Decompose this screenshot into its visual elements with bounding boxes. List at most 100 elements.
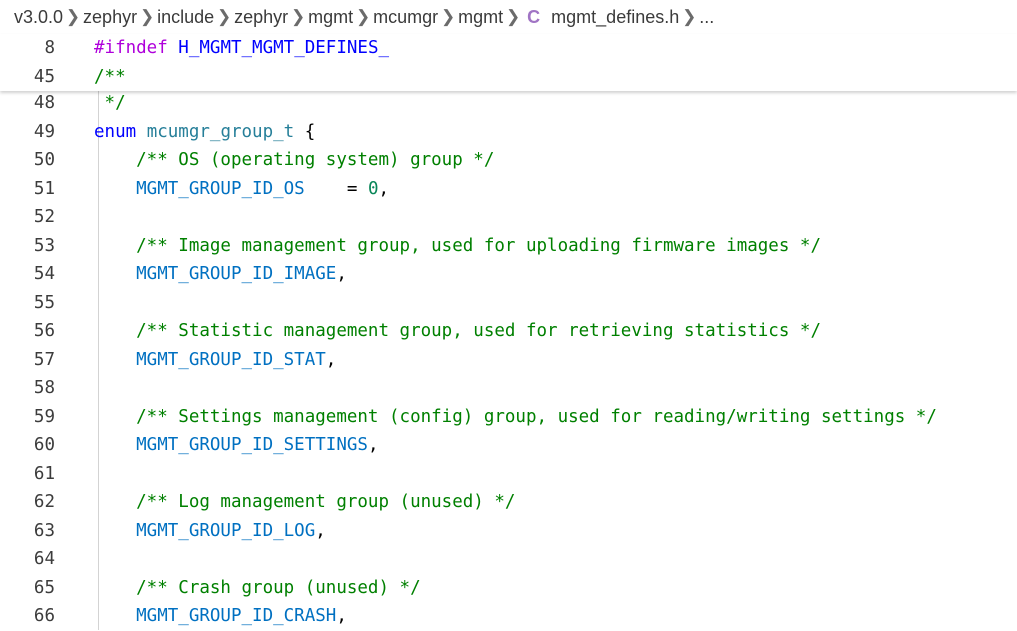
code-line[interactable]: 59 /** Settings management (config) grou…: [0, 403, 1017, 432]
chevron-right-icon: ❯: [217, 7, 232, 26]
breadcrumb-item[interactable]: mcumgr: [372, 7, 439, 28]
line-number: 65: [33, 577, 55, 598]
line-number: 64: [33, 549, 55, 569]
code-line[interactable]: 49 enum mcumgr_group_t {: [0, 118, 1017, 147]
code-line[interactable]: 62 /** Log management group (unused) */: [0, 488, 1017, 517]
line-number: 52: [33, 207, 55, 227]
line-number: 53: [33, 235, 55, 256]
code-text: /** Settings management (config) group, …: [94, 403, 937, 432]
breadcrumb-item[interactable]: include: [156, 7, 215, 28]
sticky-scroll-header[interactable]: 8 #ifndef H_MGMT_MGMT_DEFINES_ 45 /**: [0, 34, 1017, 91]
chevron-right-icon: ❯: [506, 7, 521, 26]
line-number: 57: [33, 349, 55, 370]
code-text: /** Statistic management group, used for…: [94, 317, 821, 346]
c-file-icon: C: [527, 6, 541, 27]
code-line[interactable]: 54 MGMT_GROUP_ID_IMAGE,: [0, 260, 1017, 289]
chevron-right-icon: ❯: [682, 7, 697, 26]
code-token: /** OS (operating system) group */: [94, 150, 495, 170]
code-line[interactable]: 52: [0, 203, 1017, 232]
breadcrumb-item[interactable]: mgmt: [457, 7, 504, 28]
code-line[interactable]: 58: [0, 374, 1017, 403]
code-token: MGMT_GROUP_ID_STAT: [94, 349, 326, 370]
code-token: ,: [336, 264, 347, 284]
code-token: =: [304, 178, 368, 199]
code-line[interactable]: 61: [0, 460, 1017, 489]
chevron-right-icon: ❯: [139, 7, 155, 26]
code-line[interactable]: 51 MGMT_GROUP_ID_OS = 0,: [0, 175, 1017, 204]
code-token: ,: [325, 349, 337, 370]
code-text: /** OS (operating system) group */: [94, 146, 494, 175]
chevron-right-icon: ❯: [291, 7, 306, 26]
code-line[interactable]: 48 */: [0, 89, 1017, 118]
code-token: MGMT_GROUP_ID_SETTINGS: [94, 435, 368, 455]
line-number: 48: [33, 93, 55, 113]
breadcrumb-item[interactable]: mgmt: [307, 7, 354, 28]
line-number: 60: [33, 435, 55, 455]
code-token: MGMT_GROUP_ID_LOG: [94, 520, 316, 541]
line-number: 58: [33, 378, 55, 398]
code-token: /**: [94, 66, 126, 87]
line-number: 45: [33, 66, 55, 87]
code-text: /**: [94, 63, 126, 92]
code-token: MGMT_GROUP_ID_OS: [94, 178, 305, 199]
code-token: ,: [367, 435, 379, 455]
line-number: 55: [33, 292, 55, 313]
code-token: 0: [367, 178, 379, 199]
breadcrumb: v3.0.0 ❯ zephyr ❯ include ❯ zephyr ❯ mgm…: [0, 0, 1017, 34]
code-text: MGMT_GROUP_ID_IMAGE,: [94, 260, 347, 289]
code-token: mcumgr_group_t: [146, 121, 295, 142]
code-token: #ifndef: [94, 38, 179, 58]
line-number: 51: [33, 178, 55, 199]
code-line[interactable]: 8 #ifndef H_MGMT_MGMT_DEFINES_: [0, 34, 1017, 63]
code-line[interactable]: 65 /** Crash group (unused) */: [0, 574, 1017, 603]
code-token: ,: [315, 520, 326, 541]
breadcrumb-file[interactable]: mgmt_defines.h: [550, 7, 680, 28]
code-token: {: [294, 121, 316, 142]
line-number: 66: [33, 606, 55, 626]
code-token: /** Image management group, used for upl…: [94, 235, 821, 256]
code-line[interactable]: 60 MGMT_GROUP_ID_SETTINGS,: [0, 431, 1017, 460]
code-line[interactable]: 53 /** Image management group, used for …: [0, 232, 1017, 261]
code-token: MGMT_GROUP_ID_IMAGE: [94, 264, 337, 284]
code-text: /** Image management group, used for upl…: [94, 232, 821, 261]
code-line[interactable]: 66 MGMT_GROUP_ID_CRASH,: [0, 602, 1017, 631]
code-token: /** Settings management (config) group, …: [94, 406, 937, 427]
code-text: enum mcumgr_group_t {: [94, 118, 315, 147]
line-number: 59: [33, 406, 55, 427]
chevron-right-icon: ❯: [65, 7, 81, 26]
line-number: 56: [33, 321, 55, 341]
code-token: MGMT_GROUP_ID_CRASH: [94, 606, 337, 626]
line-number: 50: [33, 150, 55, 170]
line-number: 8: [44, 38, 55, 58]
code-text: MGMT_GROUP_ID_CRASH,: [94, 602, 347, 631]
line-number: 49: [33, 121, 55, 142]
code-text: #ifndef H_MGMT_MGMT_DEFINES_: [94, 34, 389, 63]
breadcrumb-ellipsis[interactable]: ...: [698, 7, 715, 28]
code-text: */: [94, 89, 126, 118]
breadcrumb-item[interactable]: v3.0.0: [13, 7, 64, 28]
code-line[interactable]: 45 /**: [0, 63, 1017, 92]
breadcrumb-item[interactable]: zephyr: [233, 7, 289, 28]
code-line[interactable]: 55: [0, 289, 1017, 318]
code-token: /** Statistic management group, used for…: [94, 321, 821, 341]
code-text: MGMT_GROUP_ID_LOG,: [94, 517, 326, 546]
code-editor[interactable]: 48 */49 enum mcumgr_group_t {50 /** OS (o…: [0, 91, 1017, 630]
code-text: MGMT_GROUP_ID_SETTINGS,: [94, 431, 378, 460]
line-number: 54: [33, 264, 55, 284]
code-line[interactable]: 63 MGMT_GROUP_ID_LOG,: [0, 517, 1017, 546]
code-text: /** Log management group (unused) */: [94, 488, 515, 517]
code-line[interactable]: 57 MGMT_GROUP_ID_STAT,: [0, 346, 1017, 375]
code-text: /** Crash group (unused) */: [94, 574, 421, 603]
code-text: MGMT_GROUP_ID_OS = 0,: [94, 175, 389, 204]
line-number: 61: [33, 463, 55, 484]
code-line[interactable]: 64: [0, 545, 1017, 574]
code-token: /** Crash group (unused) */: [94, 577, 421, 598]
code-token: enum: [94, 121, 147, 142]
code-line[interactable]: 50 /** OS (operating system) group */: [0, 146, 1017, 175]
chevron-right-icon: ❯: [356, 7, 371, 26]
code-line[interactable]: 56 /** Statistic management group, used …: [0, 317, 1017, 346]
code-token: ,: [378, 178, 390, 199]
line-number: 63: [33, 520, 55, 541]
code-token: H_MGMT_MGMT_DEFINES_: [178, 38, 390, 58]
breadcrumb-item[interactable]: zephyr: [82, 7, 138, 28]
